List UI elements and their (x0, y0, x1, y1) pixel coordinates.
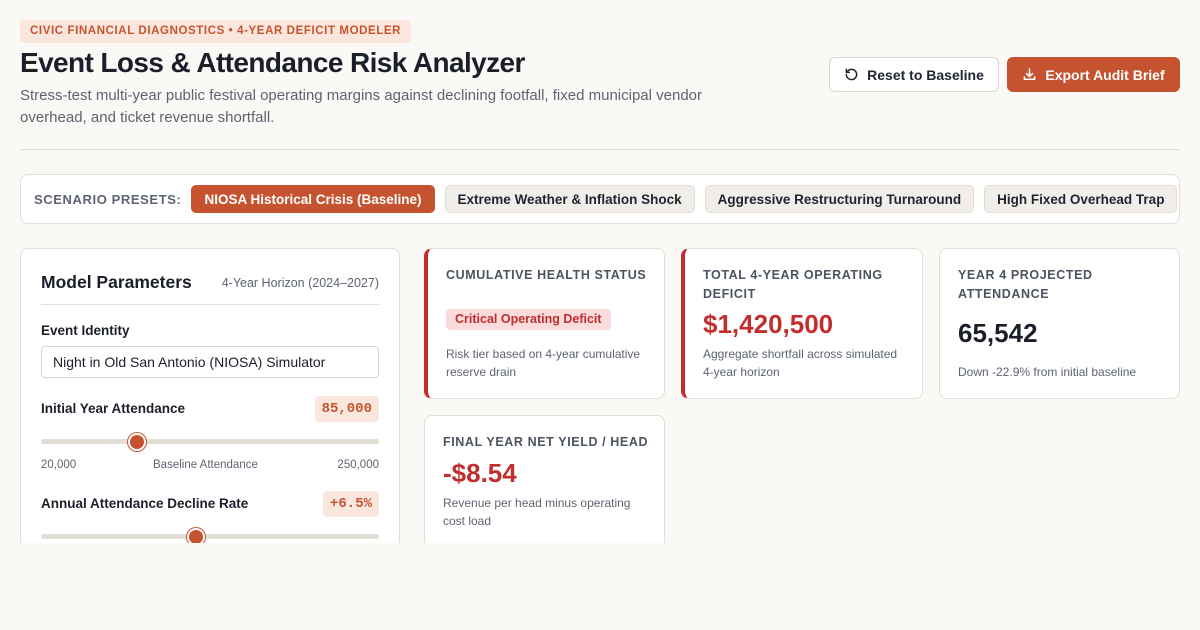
net-yield-note: Revenue per head minus operating cost lo… (443, 496, 631, 528)
operating-deficit-label: TOTAL 4-YEAR OPERATING DEFICIT (703, 268, 883, 301)
app-category-tag: CIVIC FINANCIAL DIAGNOSTICS • 4-YEAR DEF… (20, 20, 412, 43)
event-identity-label: Event Identity (41, 323, 130, 338)
initial-attendance-slider-thumb[interactable] (127, 433, 146, 451)
preset-niosa-historical-crisis[interactable]: NIOSA Historical Crisis (Baseline) (191, 185, 435, 213)
projected-attendance-card: YEAR 4 PROJECTED ATTENDANCE 65,542 Down … (939, 248, 1180, 399)
operating-deficit-card: TOTAL 4-YEAR OPERATING DEFICIT $1,420,50… (681, 248, 923, 399)
page-subtitle: Stress-test multi-year public festival o… (20, 87, 702, 126)
reset-baseline-button[interactable]: Reset to Baseline (829, 57, 999, 92)
initial-attendance-slider-track[interactable] (41, 439, 379, 444)
initial-attendance-value: 85,000 (314, 396, 379, 422)
health-status-label: CUMULATIVE HEALTH STATUS (446, 268, 647, 282)
decline-rate-label: Annual Attendance Decline Rate (41, 496, 249, 511)
initial-attendance-label: Initial Year Attendance (41, 401, 186, 416)
reset-baseline-label: Reset to Baseline (867, 66, 984, 83)
decline-rate-value: +6.5% (322, 491, 379, 517)
projected-attendance-note: Down -22.9% from initial baseline (958, 365, 1137, 379)
viewport-cutoff (0, 543, 1200, 630)
health-status-note: Risk tier based on 4-year cumulative res… (446, 347, 641, 379)
export-audit-label: Export Audit Brief (1045, 66, 1165, 83)
preset-extreme-weather-inflation[interactable]: Extreme Weather & Inflation Shock (444, 185, 695, 213)
model-parameters-panel: Model Parameters 4-Year Horizon (2024–20… (20, 248, 400, 568)
attendance-mid-label: Baseline Attendance (153, 459, 258, 471)
scenario-presets-bar: SCENARIO PRESETS: NIOSA Historical Crisi… (20, 174, 1180, 224)
decline-rate-slider-track[interactable] (41, 534, 379, 539)
event-identity-input[interactable] (41, 346, 379, 378)
operating-deficit-note: Aggregate shortfall across simulated 4-y… (703, 347, 898, 379)
panel-divider (41, 304, 379, 305)
status-badge: Critical Operating Deficit (446, 309, 611, 330)
health-status-card: CUMULATIVE HEALTH STATUS Critical Operat… (424, 248, 665, 399)
preset-high-fixed-overhead[interactable]: High Fixed Overhead Trap (984, 185, 1178, 213)
net-yield-value: -$8.54 (443, 458, 517, 488)
projected-attendance-value: 65,542 (958, 318, 1038, 348)
attendance-min-label: 20,000 (41, 459, 77, 471)
download-icon (1023, 68, 1036, 80)
scenario-presets-label: SCENARIO PRESETS: (34, 191, 182, 207)
operating-deficit-value: $1,420,500 (703, 309, 834, 339)
header-divider (20, 149, 1180, 150)
page-title: Event Loss & Attendance Risk Analyzer (20, 47, 525, 78)
net-yield-label: FINAL YEAR NET YIELD / HEAD (443, 435, 649, 449)
attendance-max-label: 250,000 (337, 459, 379, 471)
horizon-label: 4-Year Horizon (2024–2027) (221, 276, 379, 290)
projected-attendance-label: YEAR 4 PROJECTED ATTENDANCE (958, 268, 1093, 301)
export-audit-button[interactable]: Export Audit Brief (1007, 57, 1180, 92)
panel-title: Model Parameters (41, 272, 192, 292)
preset-aggressive-restructuring[interactable]: Aggressive Restructuring Turnaround (704, 185, 975, 213)
reset-icon (845, 68, 858, 81)
